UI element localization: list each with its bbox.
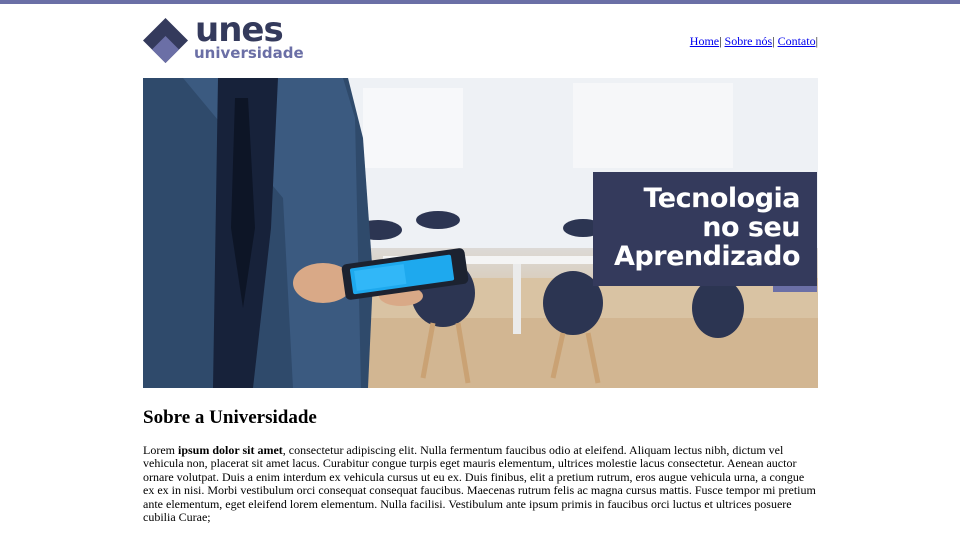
hero-headline-box: Tecnologia no seu Aprendizado xyxy=(593,172,817,286)
hero-banner: Tecnologia no seu Aprendizado xyxy=(143,78,818,388)
hero-headline-line-1: Tecnologia xyxy=(643,183,800,214)
about-lead-bold: ipsum dolor sit amet xyxy=(178,443,283,457)
nav-link-about[interactable]: Sobre nós xyxy=(725,34,773,48)
nav-separator: | xyxy=(772,34,775,48)
nav-separator: | xyxy=(719,34,722,48)
nav-link-contact[interactable]: Contato xyxy=(778,34,816,48)
main-nav: Home| Sobre nós| Contato| xyxy=(690,34,818,49)
about-title: Sobre a Universidade xyxy=(143,407,317,428)
about-lead-text: Lorem xyxy=(143,443,178,457)
nav-link-home[interactable]: Home xyxy=(690,34,719,48)
about-paragraph: Lorem ipsum dolor sit amet, consectetur … xyxy=(143,443,818,524)
hero-headline-line-2: no seu xyxy=(702,212,800,243)
logo-diamond-icon xyxy=(143,18,188,63)
hero-accent-stripe xyxy=(773,286,817,292)
site-logo[interactable]: unes universidade xyxy=(143,10,313,64)
site-header: unes universidade Home| Sobre nós| Conta… xyxy=(143,10,818,66)
hero-headline-line-3: Aprendizado xyxy=(614,241,800,272)
nav-separator: | xyxy=(815,34,818,48)
logo-subtitle: universidade xyxy=(194,44,304,62)
top-accent-bar xyxy=(0,0,960,4)
